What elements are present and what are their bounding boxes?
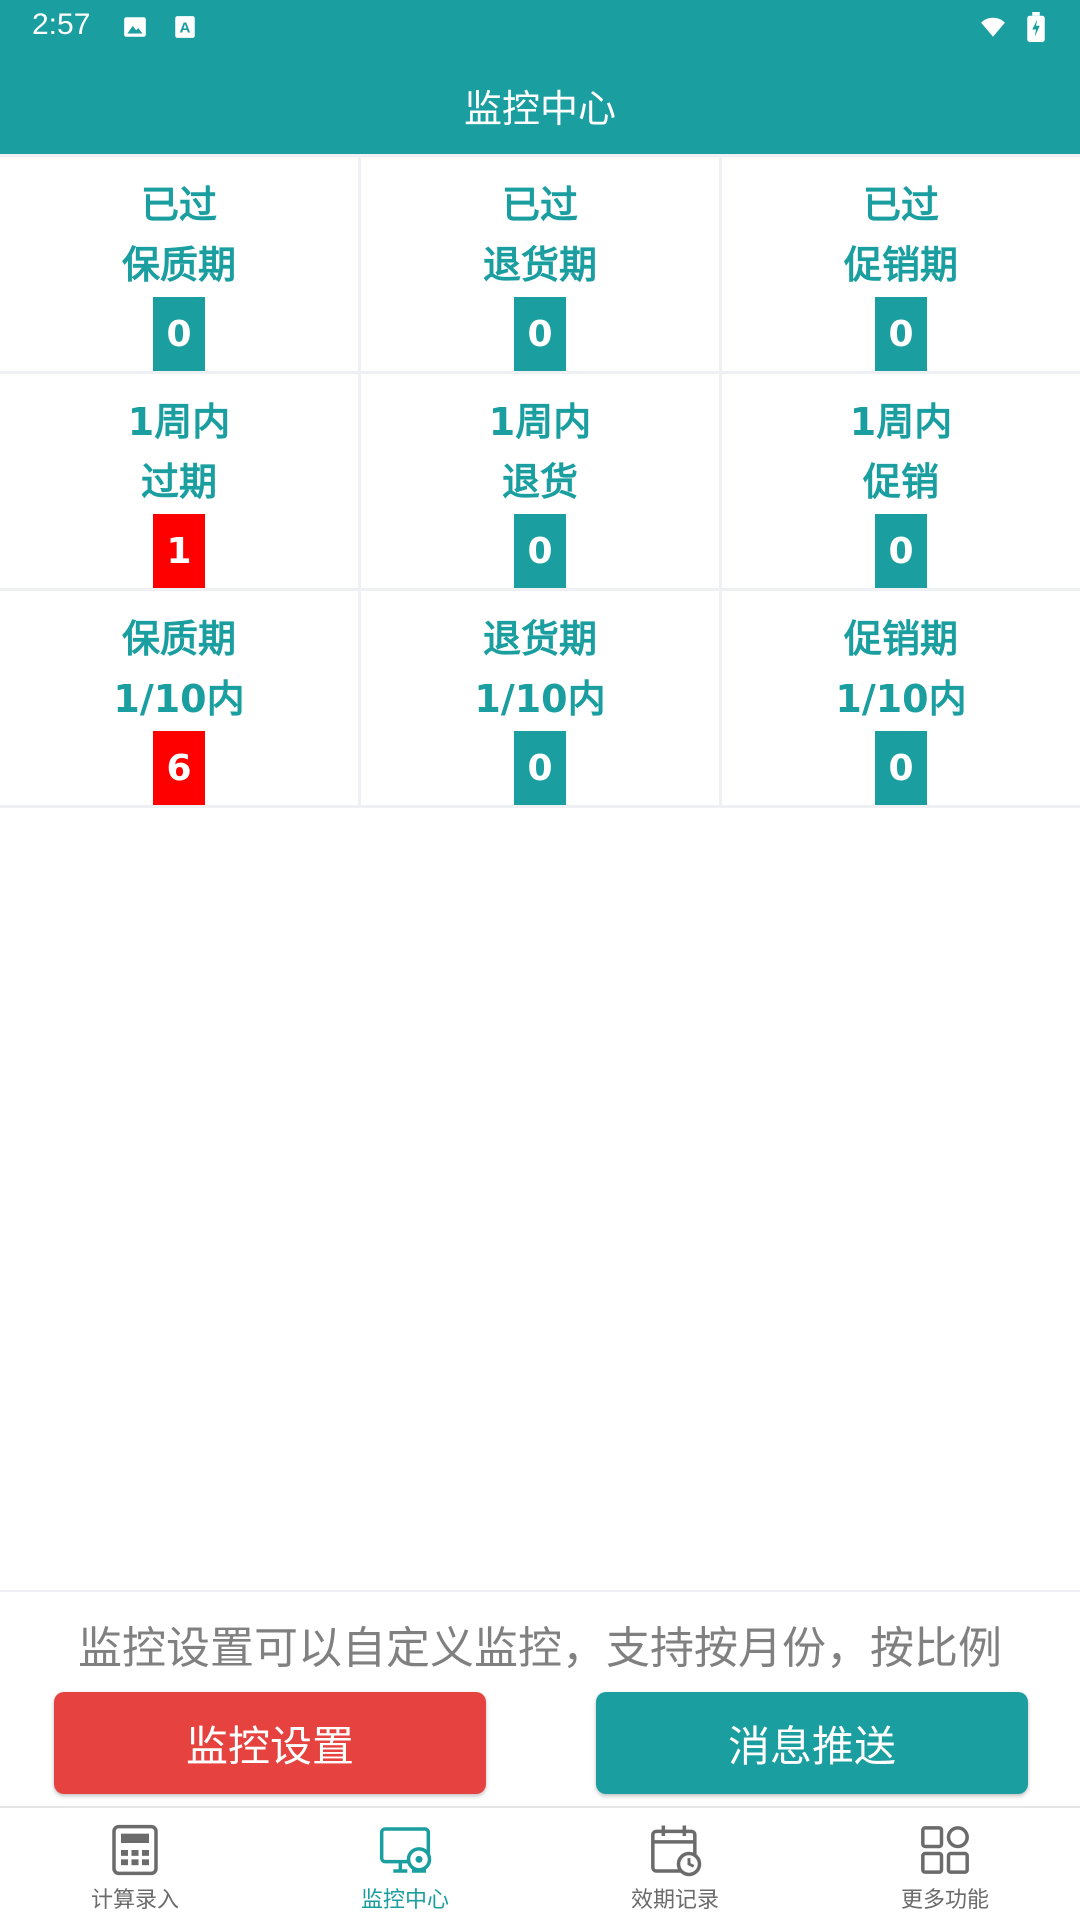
monitor-cell-line1: 1周内 — [488, 400, 592, 444]
monitor-count-badge: 0 — [514, 731, 566, 805]
message-push-button[interactable]: 消息推送 — [596, 1692, 1028, 1794]
app-root: 2:57 A 监控中心 已过 保质期 0 已过 退货期 0 已过 促销期 0 1周内 过期 1 1周内退… — [0, 0, 1080, 1920]
bottom-nav: 计算录入 监控中心 效期记录 更多功能 — [0, 1806, 1080, 1920]
monitor-cell[interactable]: 保质期 1/10内 6 — [0, 591, 358, 805]
monitor-cell-line1: 已过 — [140, 183, 217, 227]
monitor-cell[interactable]: 促销期 1/10内 0 — [722, 591, 1080, 805]
monitor-count-badge: 0 — [875, 514, 927, 588]
monitor-count-badge: 0 — [875, 297, 927, 371]
monitor-cell-line1: 1周内 — [127, 400, 231, 444]
status-time: 2:57 — [32, 8, 91, 41]
monitor-cell-line2: 退货 — [501, 460, 578, 504]
monitor-cell-line2: 保质期 — [121, 243, 236, 287]
calculator-icon — [112, 1824, 158, 1876]
monitor-count-badge: 0 — [514, 514, 566, 588]
monitor-cell-line2: 促销 — [862, 460, 939, 504]
monitor-cell-line1: 保质期 — [121, 617, 236, 661]
monitor-cell-line1: 促销期 — [843, 617, 958, 661]
font-a-icon: A — [175, 16, 195, 38]
monitor-cell-line1: 已过 — [501, 183, 578, 227]
nav-label-calculate: 计算录入 — [90, 1888, 179, 1913]
nav-label-monitor: 监控中心 — [360, 1888, 449, 1913]
nav-item-calculate[interactable]: 计算录入 — [0, 1808, 270, 1920]
nav-item-more[interactable]: 更多功能 — [810, 1808, 1080, 1920]
monitor-settings-label: 监控设置 — [185, 1721, 354, 1771]
monitor-count-badge: 0 — [875, 731, 927, 805]
monitor-cell[interactable]: 已过促销期 0 — [722, 157, 1080, 371]
monitor-count-badge: 0 — [514, 297, 566, 371]
monitor-cell[interactable]: 已过退货期 0 — [361, 157, 719, 371]
grid-apps-icon — [921, 1826, 969, 1874]
divider — [0, 1590, 1080, 1592]
nav-label-more: 更多功能 — [900, 1888, 989, 1913]
monitor-cell-line1: 退货期 — [482, 617, 597, 661]
monitor-count-badge: 1 — [153, 514, 205, 588]
message-push-label: 消息推送 — [727, 1721, 896, 1771]
monitor-cell-line2: 1/10内 — [474, 677, 606, 721]
status-bar: 2:57 A — [0, 0, 1080, 56]
monitor-count-badge: 6 — [153, 731, 205, 805]
monitor-settings-button[interactable]: 监控设置 — [54, 1692, 486, 1794]
nav-item-monitor[interactable]: 监控中心 — [270, 1808, 540, 1920]
info-text: 监控设置可以自定义监控，支持按月份，按比例 — [78, 1623, 1002, 1674]
svg-text:A: A — [180, 19, 191, 36]
nav-label-records: 效期记录 — [630, 1888, 719, 1913]
monitor-cell-line2: 1/10内 — [835, 677, 967, 721]
wifi-icon — [981, 17, 1005, 37]
page-title: 监控中心 — [463, 86, 616, 131]
monitor-cell[interactable]: 已过保质期 0 — [0, 157, 358, 371]
monitor-cell[interactable]: 1周内退货 0 — [361, 374, 719, 588]
monitor-grid: 已过保质期 0 已过退货期 0 已过促销期 0 1周内过期 1 1周内退货 0 1周内促销 0 保质期 1… — [0, 154, 1080, 808]
monitor-cell-line2: 过期 — [140, 460, 217, 504]
nav-item-records[interactable]: 效期记录 — [540, 1808, 810, 1920]
monitor-cell[interactable]: 1周内过期 1 — [0, 374, 358, 588]
monitor-cell[interactable]: 退货期 1/10内 0 — [361, 591, 719, 805]
monitor-cell-line1: 已过 — [862, 183, 939, 227]
page-title-bar: 监控中心 — [0, 56, 1080, 154]
monitor-count-badge: 0 — [153, 297, 205, 371]
monitor-icon — [379, 1827, 432, 1873]
gallery-icon — [124, 17, 146, 37]
monitor-cell-line2: 1/10内 — [113, 677, 245, 721]
monitor-cell[interactable]: 1周内促销 0 — [722, 374, 1080, 588]
monitor-cell-line2: 退货期 — [482, 243, 597, 287]
calendar-clock-icon — [651, 1825, 702, 1877]
monitor-cell-line1: 1周内 — [849, 400, 953, 444]
battery-icon — [1027, 12, 1045, 42]
monitor-cell-line2: 促销期 — [843, 243, 958, 287]
